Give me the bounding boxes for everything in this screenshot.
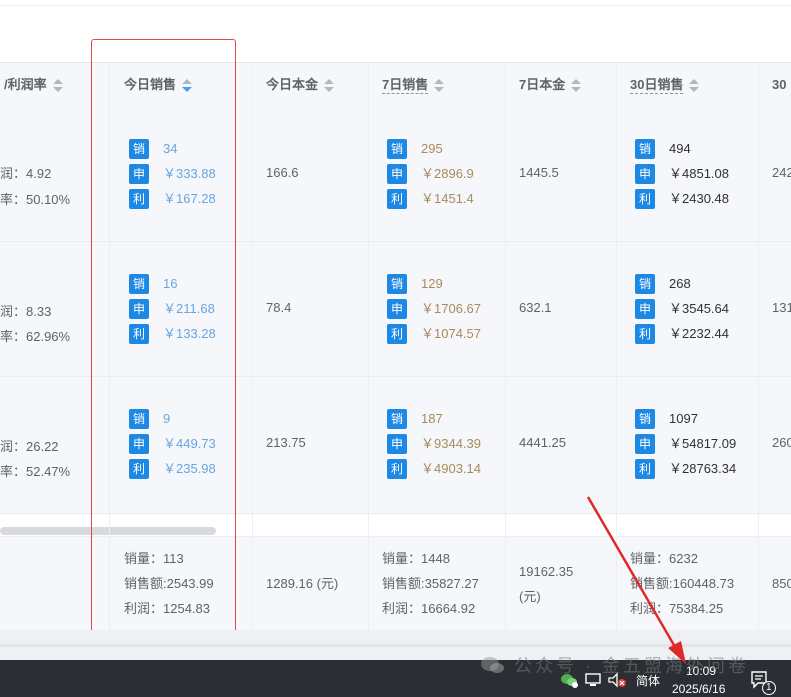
30d-profit: ￥2232.44 <box>669 326 729 341</box>
sort-icon[interactable] <box>689 78 700 94</box>
7d-qty: 295 <box>421 141 443 156</box>
30d-qty: 1097 <box>669 411 698 426</box>
today-total-cost: 1289.16 (元) <box>266 576 339 591</box>
divider <box>0 5 791 6</box>
30d-total-amount: 销售额:160448.73 <box>630 576 735 591</box>
column-divider <box>505 62 506 630</box>
profit-tag: 利 <box>387 189 407 209</box>
profit-tag: 利 <box>387 324 407 344</box>
7d-amount: ￥1706.67 <box>421 301 481 316</box>
sales-tag: 销 <box>635 274 655 294</box>
header-today-cost[interactable]: 今日本金 <box>266 63 335 107</box>
watermark-text: 公众号 · 金五盟海外问卷 <box>514 656 749 676</box>
unit-profit: 润：8.33 <box>0 304 52 319</box>
clock-date[interactable]: 2025/6/16 <box>672 682 725 696</box>
profit-tag: 利 <box>387 459 407 479</box>
7d-total-amount: 销售额:35827.27 <box>382 576 479 591</box>
declared-tag: 申 <box>387 434 407 454</box>
profit-rate: 率：50.10% <box>0 192 71 207</box>
today-cost: 166.6 <box>266 165 299 180</box>
7d-cost: 1445.5 <box>519 165 559 180</box>
7d-profit: ￥1451.4 <box>421 191 474 206</box>
7d-amount: ￥2896.9 <box>421 166 474 181</box>
sales-tag: 销 <box>635 139 655 159</box>
30d-total-qty: 销量：6232 <box>630 551 698 566</box>
30d-amount: ￥3545.64 <box>669 301 729 316</box>
today-cost: 213.75 <box>266 435 306 450</box>
sales-tag: 销 <box>635 409 655 429</box>
header-30d-sales[interactable]: 30日销售 <box>630 63 700 107</box>
column-divider <box>368 62 369 630</box>
annotation-highlight-box <box>91 39 236 633</box>
sort-icon[interactable] <box>324 78 335 94</box>
edge-value: 242 <box>772 165 791 180</box>
30d-qty: 494 <box>669 141 691 156</box>
7d-total-cost: 19162.35 <box>519 564 574 579</box>
unit-profit: 润：4.92 <box>0 166 52 181</box>
sales-tag: 销 <box>387 409 407 429</box>
sales-tag: 销 <box>387 139 407 159</box>
sort-icon[interactable] <box>52 78 63 94</box>
profit-rate: 率：62.96% <box>0 329 71 344</box>
30d-profit: ￥2430.48 <box>669 191 729 206</box>
today-cost: 78.4 <box>266 300 292 315</box>
notification-count: 1 <box>762 681 776 695</box>
30d-qty: 268 <box>669 276 691 291</box>
declared-tag: 申 <box>635 434 655 454</box>
column-divider <box>758 62 759 630</box>
7d-profit: ￥1074.57 <box>421 326 481 341</box>
edge-value: 131 <box>772 300 791 315</box>
column-divider <box>252 62 253 630</box>
7d-total-qty: 销量：1448 <box>382 551 450 566</box>
wechat-watermark-icon <box>481 657 504 673</box>
30d-total-profit: 利润：75384.25 <box>630 601 724 616</box>
7d-qty: 129 <box>421 276 443 291</box>
header-profit-rate[interactable]: /利润率 <box>4 63 63 107</box>
unit-profit: 润：26.22 <box>0 439 59 454</box>
edge-total: 850 <box>772 576 791 591</box>
7d-profit: ￥4903.14 <box>421 461 481 476</box>
declared-tag: 申 <box>635 299 655 319</box>
profit-tag: 利 <box>635 189 655 209</box>
sort-icon[interactable] <box>571 78 582 94</box>
header-7d-sales[interactable]: 7日销售 <box>382 63 445 107</box>
profit-tag: 利 <box>635 324 655 344</box>
sales-tag: 销 <box>387 274 407 294</box>
7d-total-cost-unit: (元) <box>519 589 541 604</box>
header-30d-cut[interactable]: 30 <box>772 63 786 107</box>
profit-tag: 利 <box>635 459 655 479</box>
edge-value: 260 <box>772 435 791 450</box>
declared-tag: 申 <box>387 164 407 184</box>
30d-profit: ￥28763.34 <box>669 461 737 476</box>
7d-total-profit: 利润：16664.92 <box>382 601 476 616</box>
header-7d-cost[interactable]: 7日本金 <box>519 63 582 107</box>
7d-amount: ￥9344.39 <box>421 436 481 451</box>
declared-tag: 申 <box>635 164 655 184</box>
column-divider <box>616 62 617 630</box>
7d-cost: 632.1 <box>519 300 552 315</box>
30d-amount: ￥4851.08 <box>669 166 729 181</box>
profit-rate: 率：52.47% <box>0 464 71 479</box>
7d-qty: 187 <box>421 411 443 426</box>
sort-icon[interactable] <box>434 78 445 94</box>
30d-amount: ￥54817.09 <box>669 436 737 451</box>
declared-tag: 申 <box>387 299 407 319</box>
7d-cost: 4441.25 <box>519 435 566 450</box>
